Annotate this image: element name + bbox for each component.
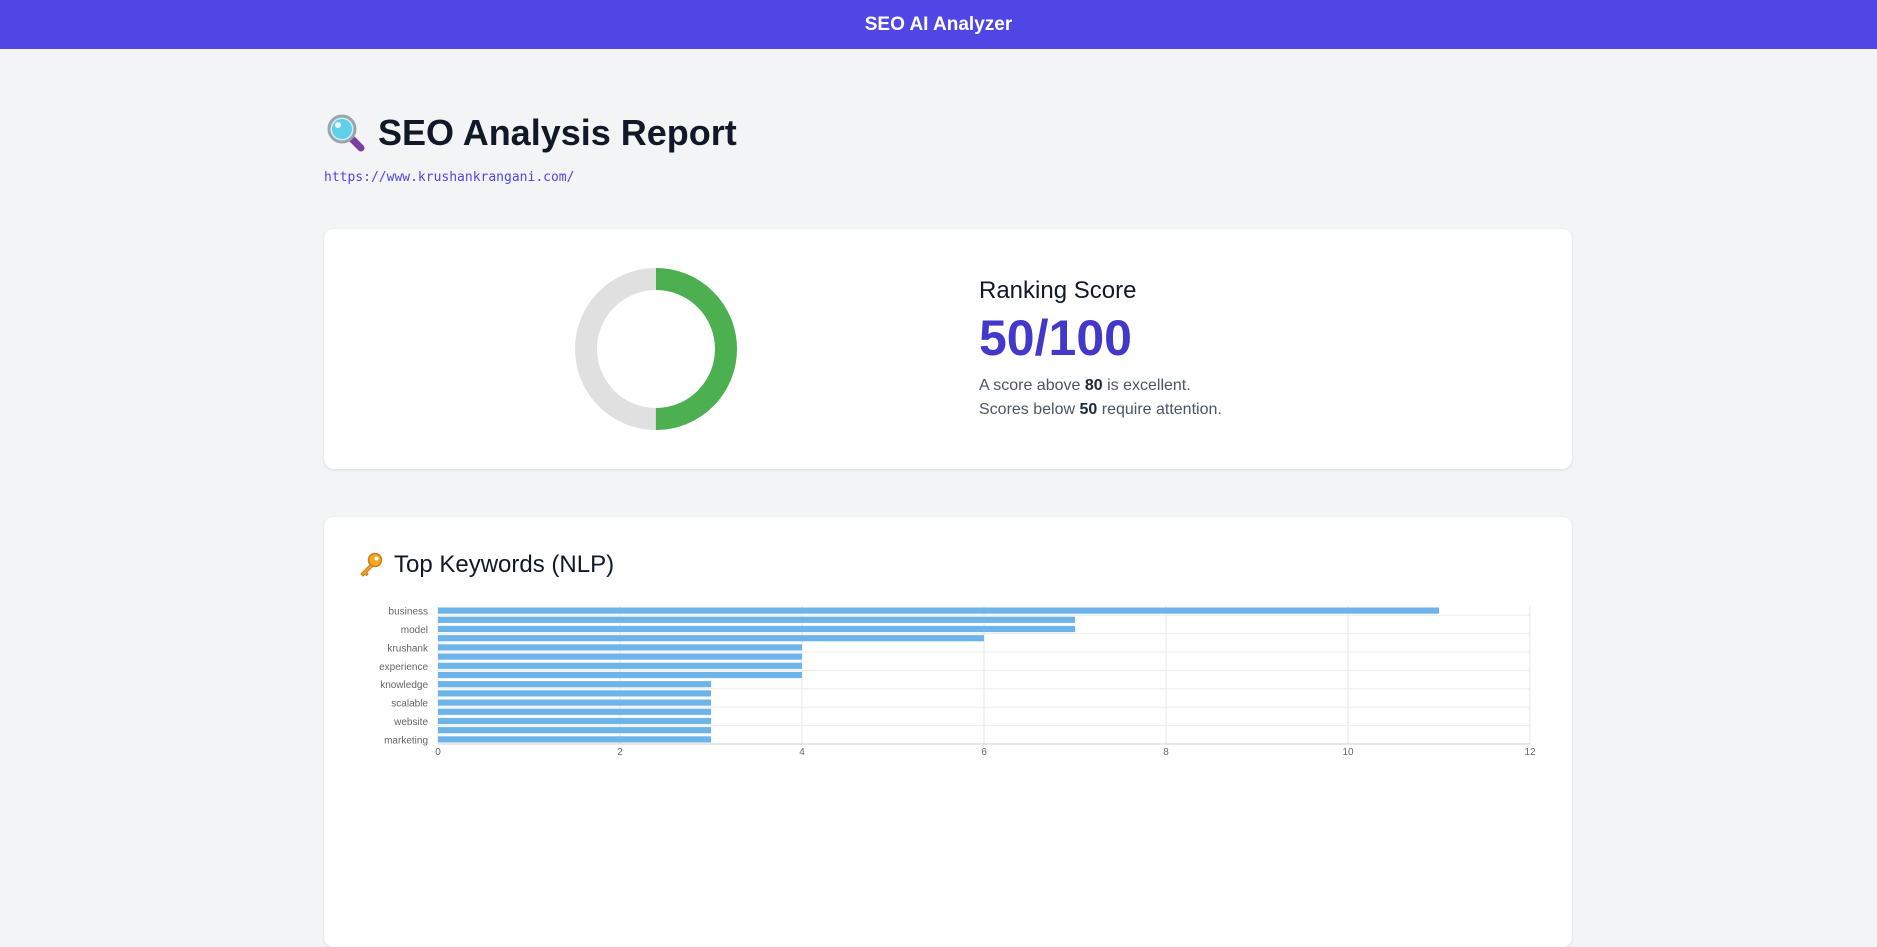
score-donut-chart [575, 268, 737, 430]
keyword-bar [438, 690, 711, 697]
score-value: 50/100 [979, 310, 1132, 366]
report-url-link[interactable]: https://www.krushankrangani.com/ [324, 170, 574, 185]
keywords-title-row: Top Keywords (NLP) [358, 551, 614, 579]
note-bold: 80 [1084, 377, 1103, 394]
y-tick-label: website [393, 717, 428, 728]
x-tick-label: 10 [1342, 747, 1354, 758]
score-note-line-1: A score above 80 is excellent. [979, 374, 1222, 398]
keyword-bar [438, 681, 711, 688]
note-bold: 50 [1079, 401, 1098, 418]
keyword-bar [438, 653, 802, 660]
keyword-bar [438, 708, 711, 715]
score-note-line-2: Scores below 50 require attention. [979, 398, 1222, 422]
y-tick-label: business [389, 607, 428, 618]
keyword-bar [438, 616, 1075, 623]
keyword-bar [438, 736, 711, 743]
score-label: Ranking Score [979, 277, 1137, 304]
keyword-bar [438, 671, 802, 679]
app-title: SEO AI Analyzer [864, 13, 1013, 35]
keyword-bar [438, 717, 711, 725]
keywords-title: Top Keywords (NLP) [394, 551, 615, 578]
keyword-bar [438, 625, 1075, 633]
page-title-row: SEO Analysis Report [326, 112, 737, 154]
keyword-bar [438, 699, 711, 706]
score-note: A score above 80 is excellent. Scores be… [979, 374, 1222, 422]
keyword-bar [438, 727, 711, 734]
keyword-bar [438, 607, 1439, 614]
score-info: Ranking Score 50/100 A score above 80 is… [979, 277, 1222, 422]
key-icon [360, 552, 383, 577]
x-tick-label: 0 [435, 747, 441, 758]
x-tick-label: 2 [617, 747, 623, 758]
y-tick-label: krushank [387, 643, 429, 654]
x-tick-label: 4 [799, 747, 805, 758]
y-tick-label: knowledge [380, 680, 428, 691]
y-tick-label: marketing [384, 735, 428, 746]
top-bar: SEO AI Analyzer [0, 0, 1877, 49]
keywords-card: Top Keywords (NLP) business model krushank… [324, 517, 1572, 947]
keyword-bar [438, 644, 802, 651]
note-text: A score above [979, 377, 1085, 394]
keyword-bar [438, 662, 802, 669]
y-tick-label: scalable [391, 699, 428, 710]
y-tick-label: experience [379, 662, 428, 673]
y-tick-label: model [401, 625, 428, 636]
note-text: is excellent. [1102, 377, 1191, 394]
keyword-bar [438, 635, 984, 642]
note-text: require attention. [1097, 401, 1222, 418]
x-tick-label: 8 [1163, 747, 1169, 758]
page-title: SEO Analysis Report [378, 112, 737, 153]
x-tick-label: 6 [981, 747, 987, 758]
x-tick-label: 12 [1524, 747, 1536, 758]
search-icon [327, 114, 365, 152]
score-card: Ranking Score 50/100 A score above 80 is… [324, 229, 1572, 469]
keywords-bar-chart: business model krushank experience knowledge… [379, 606, 1536, 758]
note-text: Scores below [979, 401, 1080, 418]
